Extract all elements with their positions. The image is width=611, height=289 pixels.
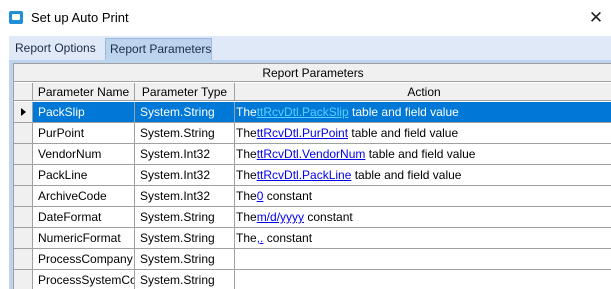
parameter-name-cell[interactable]: ProcessSystemCo	[33, 270, 135, 289]
row-header[interactable]	[14, 102, 33, 123]
action-cell[interactable]	[235, 249, 611, 270]
table-row[interactable]: NumericFormat System.String The,. constant	[14, 228, 611, 249]
tab-strip: Report Options Report Parameters	[9, 36, 611, 60]
table-row[interactable]: VendorNum System.Int32 ThettRcvDtl.VendorN…	[14, 144, 611, 165]
parameter-type-cell[interactable]: System.Int32	[135, 186, 235, 207]
action-link[interactable]: ttRcvDtl.PackLine	[257, 168, 352, 182]
action-suffix: table and field value	[365, 147, 476, 161]
table-row[interactable]: ProcessSystemCo System.String	[14, 270, 611, 289]
action-cell[interactable]: Them/d/yyyy constant	[235, 207, 611, 228]
table-row[interactable]: PackLine System.Int32 ThettRcvDtl.PackLine…	[14, 165, 611, 186]
table-row[interactable]: ProcessCompany System.String	[14, 249, 611, 270]
action-cell[interactable]: The0 constant	[235, 186, 611, 207]
parameter-type-cell[interactable]: System.Int32	[135, 144, 235, 165]
row-header[interactable]	[14, 186, 33, 207]
row-header[interactable]	[14, 270, 33, 289]
parameter-name-cell[interactable]: PackLine	[33, 165, 135, 186]
action-cell[interactable]: The,. constant	[235, 228, 611, 249]
parameter-name-cell[interactable]: PackSlip	[33, 102, 135, 123]
parameter-type-cell[interactable]: System.String	[135, 249, 235, 270]
action-link[interactable]: m/d/yyyy	[257, 210, 304, 224]
action-prefix: The	[236, 126, 257, 140]
row-header[interactable]	[14, 165, 33, 186]
row-header[interactable]	[14, 144, 33, 165]
tab-report-options[interactable]: Report Options	[11, 38, 100, 60]
grid-corner-header	[14, 83, 33, 101]
action-cell[interactable]: ThettRcvDtl.PurPoint table and field val…	[235, 123, 611, 144]
action-prefix: The	[236, 189, 257, 203]
action-suffix: table and field value	[348, 126, 459, 140]
action-cell[interactable]: ThettRcvDtl.VendorNum table and field va…	[235, 144, 611, 165]
action-link[interactable]: ttRcvDtl.VendorNum	[257, 147, 366, 161]
row-header[interactable]	[14, 228, 33, 249]
parameter-name-cell[interactable]: ArchiveCode	[33, 186, 135, 207]
row-pointer-icon	[21, 108, 26, 116]
column-header-parameter-name[interactable]: Parameter Name	[33, 83, 135, 101]
column-header-action[interactable]: Action	[235, 83, 611, 101]
parameter-name-cell[interactable]: VendorNum	[33, 144, 135, 165]
parameter-name-cell[interactable]: NumericFormat	[33, 228, 135, 249]
parameter-type-cell[interactable]: System.Int32	[135, 165, 235, 186]
table-row[interactable]: DateFormat System.String Them/d/yyyy const…	[14, 207, 611, 228]
row-header[interactable]	[14, 123, 33, 144]
parameter-type-cell[interactable]: System.String	[135, 123, 235, 144]
parameters-grid: Report Parameters Parameter Name Paramet…	[13, 63, 611, 289]
report-parameters-panel: Report Parameters Parameter Name Paramet…	[9, 60, 611, 289]
action-prefix: The	[236, 231, 257, 245]
action-link[interactable]: ttRcvDtl.PackSlip	[257, 105, 349, 119]
action-prefix: The	[236, 147, 257, 161]
grid-band-title: Report Parameters	[14, 64, 611, 82]
tab-report-parameters[interactable]: Report Parameters	[105, 38, 212, 60]
parameter-name-cell[interactable]: PurPoint	[33, 123, 135, 144]
action-suffix: constant	[304, 210, 353, 224]
action-suffix: table and field value	[351, 168, 462, 182]
row-header[interactable]	[14, 207, 33, 228]
column-header-parameter-type[interactable]: Parameter Type	[135, 83, 235, 101]
row-header[interactable]	[14, 249, 33, 270]
parameter-type-cell[interactable]: System.String	[135, 270, 235, 289]
action-cell[interactable]	[235, 270, 611, 289]
action-suffix: constant	[263, 231, 313, 245]
close-icon[interactable]: ✕	[585, 7, 607, 29]
parameter-name-cell[interactable]: DateFormat	[33, 207, 135, 228]
action-suffix: constant	[263, 189, 313, 203]
action-suffix: table and field value	[348, 105, 459, 119]
action-cell[interactable]: ThettRcvDtl.PackLine table and field val…	[235, 165, 611, 186]
title-bar: Set up Auto Print ✕	[0, 0, 611, 36]
window-title: Set up Auto Print	[31, 10, 129, 25]
action-prefix: The	[236, 105, 257, 119]
table-row[interactable]: ArchiveCode System.Int32 The0 constant	[14, 186, 611, 207]
table-row[interactable]: PurPoint System.String ThettRcvDtl.PurPoin…	[14, 123, 611, 144]
action-cell[interactable]: ThettRcvDtl.PackSlip table and field val…	[235, 102, 611, 123]
parameter-type-cell[interactable]: System.String	[135, 102, 235, 123]
action-link[interactable]: ttRcvDtl.PurPoint	[257, 126, 348, 140]
parameter-type-cell[interactable]: System.String	[135, 228, 235, 249]
action-prefix: The	[236, 168, 257, 182]
parameter-type-cell[interactable]: System.String	[135, 207, 235, 228]
parameter-name-cell[interactable]: ProcessCompany	[33, 249, 135, 270]
app-window-icon	[9, 11, 23, 24]
action-prefix: The	[236, 210, 257, 224]
table-row[interactable]: PackSlip System.String ThettRcvDtl.PackSli…	[14, 102, 611, 123]
